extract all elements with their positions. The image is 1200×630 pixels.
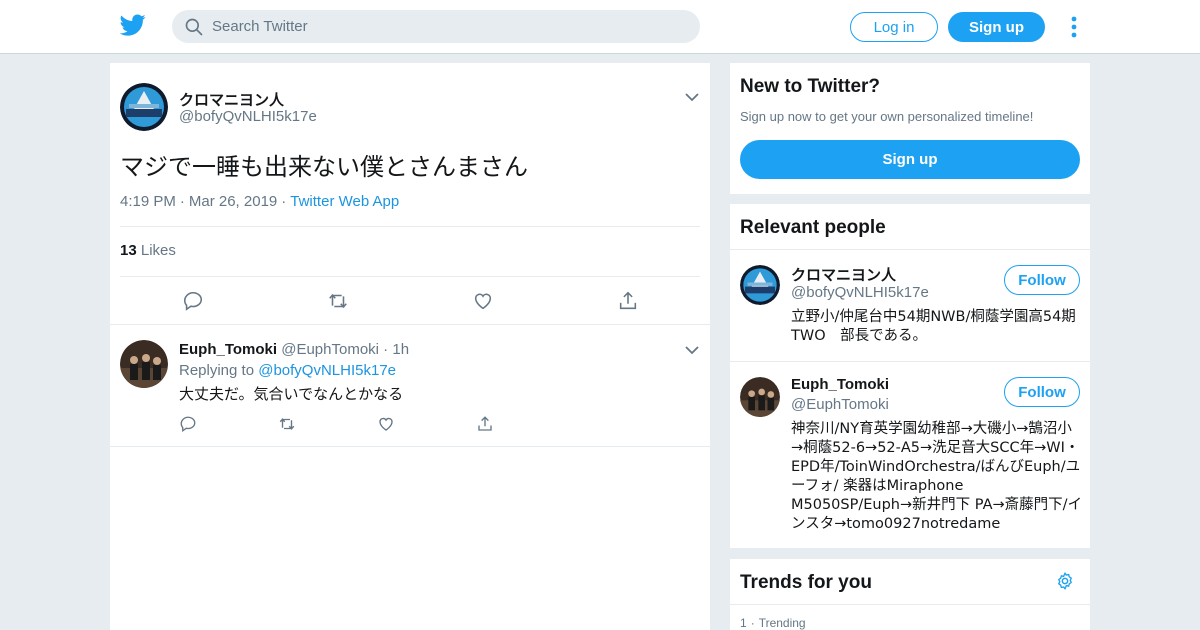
retweet-icon[interactable]: [327, 290, 349, 312]
reply-author-name[interactable]: Euph_Tomoki: [179, 341, 277, 358]
person-bio: 立野小/仲尾台中54期NWB/桐蔭学園高54期TWO 部長である。: [791, 309, 1076, 344]
permalink-tweet: クロマニヨン人 @bofyQvNLHI5k17e マジで一睡も出来ない僕とさんま…: [110, 63, 710, 325]
login-button[interactable]: Log in: [850, 12, 938, 42]
reply-header: Euph_Tomoki @EuphTomoki · 1h: [179, 341, 410, 358]
signup-card-title: New to Twitter?: [740, 76, 881, 97]
search-box[interactable]: [172, 10, 700, 43]
follow-button[interactable]: Follow: [1004, 377, 1080, 407]
author-handle[interactable]: @bofyQvNLHI5k17e: [179, 108, 317, 125]
twitter-bird-icon[interactable]: [120, 12, 146, 38]
chevron-down-icon[interactable]: [685, 345, 699, 355]
likes-number: 13: [120, 242, 137, 259]
like-icon[interactable]: [377, 415, 395, 433]
tweet-source-link[interactable]: Twitter Web App: [290, 193, 399, 210]
search-input[interactable]: [212, 10, 682, 43]
signup-card-subtitle: Sign up now to get your own personalized…: [740, 109, 1034, 124]
reply-icon[interactable]: [179, 415, 197, 433]
tweet-text: マジで一睡も出来ない僕とさんまさん: [120, 153, 528, 181]
divider: [120, 276, 700, 277]
relevant-people-card: Relevant people クロマニヨン人 @bofyQvNLHI5k17e…: [730, 204, 1090, 548]
retweet-icon[interactable]: [278, 415, 296, 433]
person-item[interactable]: クロマニヨン人 @bofyQvNLHI5k17e 立野小/仲尾台中54期NWB/…: [730, 250, 1090, 361]
divider: [120, 226, 700, 227]
avatar[interactable]: [740, 377, 780, 417]
reply-text: 大丈夫だ。気合いでなんとかなる: [179, 385, 404, 403]
likes-label: Likes: [140, 242, 176, 259]
replying-prefix: Replying to: [179, 362, 255, 379]
person-handle[interactable]: @bofyQvNLHI5k17e: [791, 284, 929, 301]
avatar[interactable]: [120, 340, 168, 388]
trend-rank: 1: [740, 616, 747, 630]
tweet-time[interactable]: 4:19 PM: [120, 193, 176, 210]
follow-button[interactable]: Follow: [1004, 265, 1080, 295]
person-handle[interactable]: @EuphTomoki: [791, 396, 889, 413]
sidebar-signup-button[interactable]: Sign up: [740, 140, 1080, 179]
more-vertical-icon[interactable]: [1066, 14, 1082, 40]
tweet-date[interactable]: Mar 26, 2019: [189, 193, 277, 210]
trends-card: Trends for you 1 · Trending: [730, 559, 1090, 630]
replying-to-link[interactable]: @bofyQvNLHI5k17e: [258, 362, 396, 379]
top-bar: Log in Sign up: [0, 0, 1200, 54]
signup-card: New to Twitter? Sign up now to get your …: [730, 63, 1090, 194]
reply-tweet[interactable]: Euph_Tomoki @EuphTomoki · 1h Replying to…: [110, 326, 710, 447]
share-icon[interactable]: [476, 415, 494, 433]
avatar[interactable]: [740, 265, 780, 305]
relevant-people-title: Relevant people: [740, 217, 886, 238]
search-icon: [185, 18, 203, 36]
tweet-meta: 4:19 PM · Mar 26, 2019 · Twitter Web App: [120, 193, 400, 210]
divider: [730, 604, 1090, 605]
person-name[interactable]: クロマニヨン人: [791, 264, 896, 285]
person-bio: 神奈川/NY育英学園幼稚部→大磯小→鵠沼小→桐蔭52-6→52-A5→洗足音大S…: [791, 421, 1083, 532]
person-name[interactable]: Euph_Tomoki: [791, 376, 889, 393]
replying-to: Replying to @bofyQvNLHI5k17e: [179, 362, 396, 379]
person-item[interactable]: Euph_Tomoki @EuphTomoki 神奈川/NY育英学園幼稚部→大磯…: [730, 362, 1090, 548]
reply-author-handle[interactable]: @EuphTomoki: [281, 341, 379, 358]
main-column: クロマニヨン人 @bofyQvNLHI5k17e マジで一睡も出来ない僕とさんま…: [110, 63, 710, 630]
author-name[interactable]: クロマニヨン人: [179, 89, 284, 110]
share-icon[interactable]: [617, 290, 639, 312]
trend-label: Trending: [758, 616, 806, 630]
reply-icon[interactable]: [182, 290, 204, 312]
reply-age[interactable]: 1h: [392, 341, 409, 358]
like-icon[interactable]: [472, 290, 494, 312]
trend-item-meta[interactable]: 1 · Trending: [740, 616, 806, 630]
trends-title: Trends for you: [740, 572, 872, 593]
gear-icon[interactable]: [1055, 571, 1075, 591]
signup-button[interactable]: Sign up: [948, 12, 1045, 42]
likes-count[interactable]: 13 Likes: [120, 242, 176, 259]
avatar[interactable]: [120, 83, 168, 131]
chevron-down-icon[interactable]: [685, 92, 699, 102]
